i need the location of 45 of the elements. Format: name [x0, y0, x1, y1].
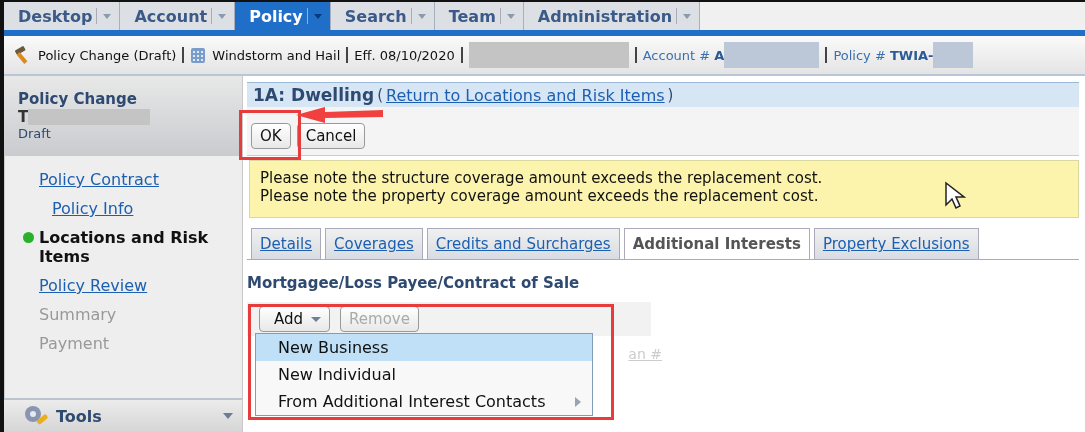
tab[interactable]: Details — [251, 228, 321, 259]
parenthesis: ( — [377, 86, 383, 104]
effective-date: Eff. 08/10/2020 — [354, 47, 455, 63]
caret-icon[interactable] — [222, 412, 234, 420]
sidebar-item[interactable]: Locations and Risk Items — [39, 228, 229, 266]
sidebar-title: Policy Change — [18, 90, 138, 108]
parenthesis: ) — [667, 86, 674, 104]
sidebar-item[interactable]: Policy Review — [39, 276, 148, 295]
nav-tab[interactable]: Search — [330, 2, 435, 30]
caret-icon[interactable] — [309, 315, 324, 323]
toolbar-button[interactable]: Cancel — [296, 123, 366, 149]
menu-item[interactable]: New Business — [256, 334, 592, 361]
tab[interactable]: Additional Interests — [623, 228, 810, 259]
menu-item[interactable]: New Individual — [256, 361, 592, 388]
nav-tab[interactable]: Administration — [523, 2, 701, 30]
redaction-block — [933, 42, 974, 68]
toolbar-button[interactable]: OK — [251, 123, 291, 149]
product-label: Windstorm and Hail — [212, 47, 341, 63]
sidebar-item[interactable]: Policy Contract — [39, 170, 159, 189]
policy-number: T — [18, 108, 29, 126]
mouse-pointer-icon — [944, 181, 966, 211]
sidebar-item: Payment — [39, 334, 110, 353]
tools-panel-header[interactable]: Tools — [4, 398, 242, 432]
section-title: Mortgagee/Loss Payee/Contract of Sale — [247, 274, 581, 292]
warning-message: Please note the structure coverage amount exceeds the replacement cost. — [260, 169, 823, 187]
tab[interactable]: Credits and Surcharges — [426, 228, 620, 259]
sidebar-item: Summary — [39, 305, 117, 324]
job-label: Policy Change (Draft) — [38, 47, 177, 63]
page-title: 1A: Dwelling — [253, 85, 375, 105]
status-label: Draft — [18, 126, 52, 141]
menu-item[interactable]: From Additional Interest Contacts — [256, 388, 592, 415]
policy-link[interactable]: Policy # TWIA- — [833, 47, 934, 63]
nav-tab[interactable]: Account — [120, 2, 236, 30]
add-dropdown-button[interactable]: Add — [259, 306, 331, 332]
tab[interactable]: Coverages — [325, 228, 423, 259]
sidebar-item[interactable]: Policy Info — [52, 199, 134, 218]
highlight-box — [239, 110, 301, 160]
warning-message: Please note the property coverage amount exceeds the replacement cost. — [260, 187, 819, 205]
nav-tab[interactable]: Team — [434, 2, 524, 30]
return-link[interactable]: Return to Locations and Risk Items — [386, 85, 665, 105]
nav-tab[interactable]: Policy — [235, 2, 331, 30]
tab[interactable]: Property Exclusions — [813, 228, 979, 259]
nav-tab[interactable]: Desktop — [4, 2, 121, 30]
account-link[interactable]: Account # A — [642, 47, 725, 63]
building-icon — [190, 46, 207, 64]
